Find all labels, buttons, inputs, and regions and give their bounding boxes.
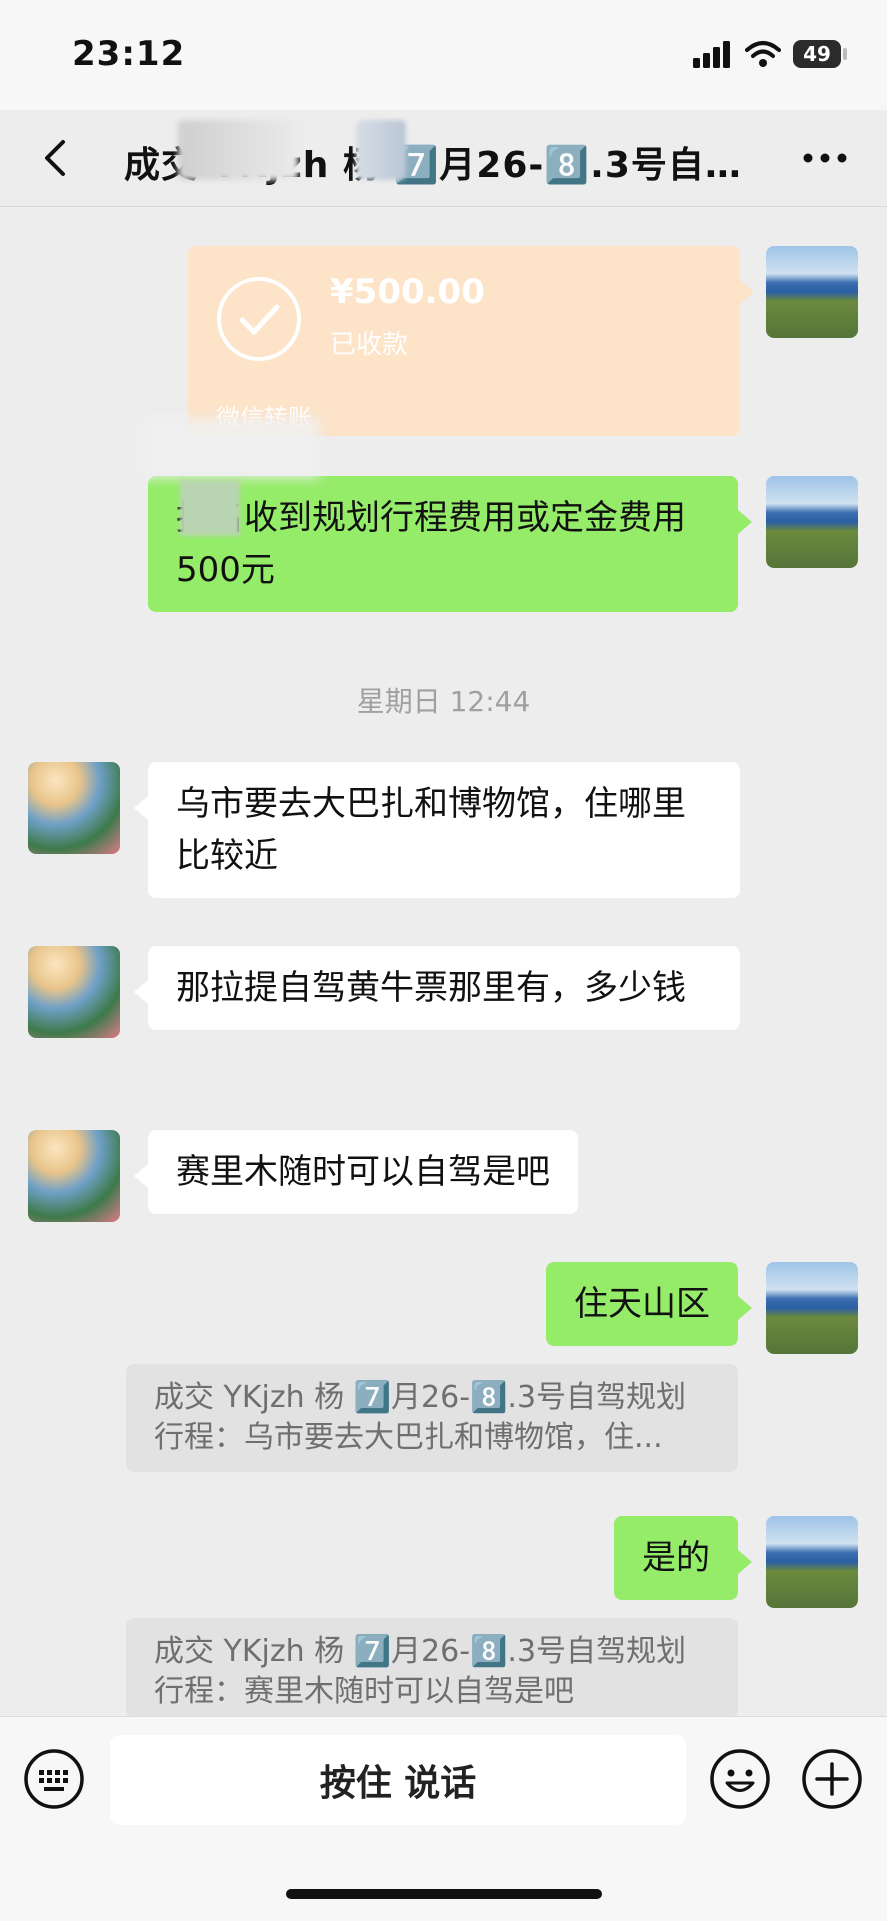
message-text: 赛里木随时可以自驾是吧 — [176, 1152, 550, 1192]
my-avatar[interactable] — [766, 476, 858, 568]
status-bar: 23:12 49 — [0, 0, 887, 110]
message-bubble[interactable]: 住天山区 — [546, 1262, 752, 1346]
contact-avatar[interactable] — [28, 946, 120, 1038]
battery-tip — [843, 48, 847, 60]
keyboard-icon — [24, 1749, 84, 1809]
redacted-blur — [356, 120, 406, 180]
message-text: 报名收到规划行程费用或定金费用500元 — [176, 498, 686, 590]
my-avatar[interactable] — [766, 1516, 858, 1608]
quote-line: 行程：乌市要去大巴扎和博物馆，住... — [154, 1420, 663, 1455]
message-text: 乌市要去大巴扎和博物馆，住哪里比较近 — [176, 784, 686, 876]
more-button[interactable] — [797, 140, 853, 176]
status-time: 23:12 — [72, 34, 186, 74]
input-bar: 按住 说话 — [0, 1716, 887, 1921]
message-text: 那拉提自驾黄牛票那里有，多少钱 — [176, 968, 686, 1008]
plus-button[interactable] — [800, 1747, 864, 1811]
emoji-button[interactable] — [708, 1747, 772, 1811]
quoted-reply[interactable]: 成交 YKjzh 杨 7️⃣月26-8️⃣.3号自驾规划 行程：赛里木随时可以自… — [126, 1618, 738, 1718]
hold-to-talk-button[interactable]: 按住 说话 — [110, 1735, 686, 1825]
redacted-blur — [180, 480, 240, 536]
transfer-status: 已收款 — [330, 330, 409, 360]
contact-avatar[interactable] — [28, 762, 120, 854]
emoji-icon — [710, 1749, 770, 1809]
home-indicator — [286, 1889, 602, 1899]
transfer-amount: ¥500.00 — [330, 272, 485, 312]
back-button[interactable] — [26, 130, 82, 186]
keyboard-button[interactable] — [22, 1747, 86, 1811]
cellular-signal-icon — [693, 41, 730, 68]
chat-header: 成交 YKjzh 杨 7️⃣月26-8️⃣.3号自驾规划行程 — [0, 110, 887, 207]
quote-line: 成交 YKjzh 杨 7️⃣月26-8️⃣.3号自驾规划 — [154, 1634, 687, 1669]
message-bubble[interactable]: 赛里木随时可以自驾是吧 — [134, 1130, 578, 1214]
contact-avatar[interactable] — [28, 1130, 120, 1222]
status-icons: 49 — [693, 40, 847, 68]
back-arrow-icon — [45, 140, 65, 176]
message-text: 住天山区 — [574, 1284, 710, 1324]
my-avatar[interactable] — [766, 246, 858, 338]
wifi-icon — [745, 41, 781, 67]
redacted-blur — [140, 418, 320, 478]
quoted-reply[interactable]: 成交 YKjzh 杨 7️⃣月26-8️⃣.3号自驾规划 行程：乌市要去大巴扎和… — [126, 1364, 738, 1472]
check-circle-icon — [217, 277, 301, 361]
message-bubble[interactable]: 是的 — [614, 1516, 752, 1600]
quote-line: 成交 YKjzh 杨 7️⃣月26-8️⃣.3号自驾规划 — [154, 1380, 687, 1415]
quote-line: 行程：赛里木随时可以自驾是吧 — [154, 1674, 574, 1709]
redacted-blur — [178, 120, 298, 180]
message-timestamp: 星期日 12:44 — [356, 685, 531, 718]
transfer-card[interactable]: ¥500.00 已收款 微信转账 — [188, 246, 754, 436]
battery-indicator: 49 — [793, 40, 841, 68]
message-bubble[interactable]: 那拉提自驾黄牛票那里有，多少钱 — [134, 946, 740, 1030]
more-dots-icon — [803, 153, 847, 163]
message-text: 是的 — [642, 1538, 710, 1578]
plus-icon — [802, 1749, 862, 1809]
message-bubble[interactable]: 乌市要去大巴扎和博物馆，住哪里比较近 — [134, 762, 740, 898]
my-avatar[interactable] — [766, 1262, 858, 1354]
